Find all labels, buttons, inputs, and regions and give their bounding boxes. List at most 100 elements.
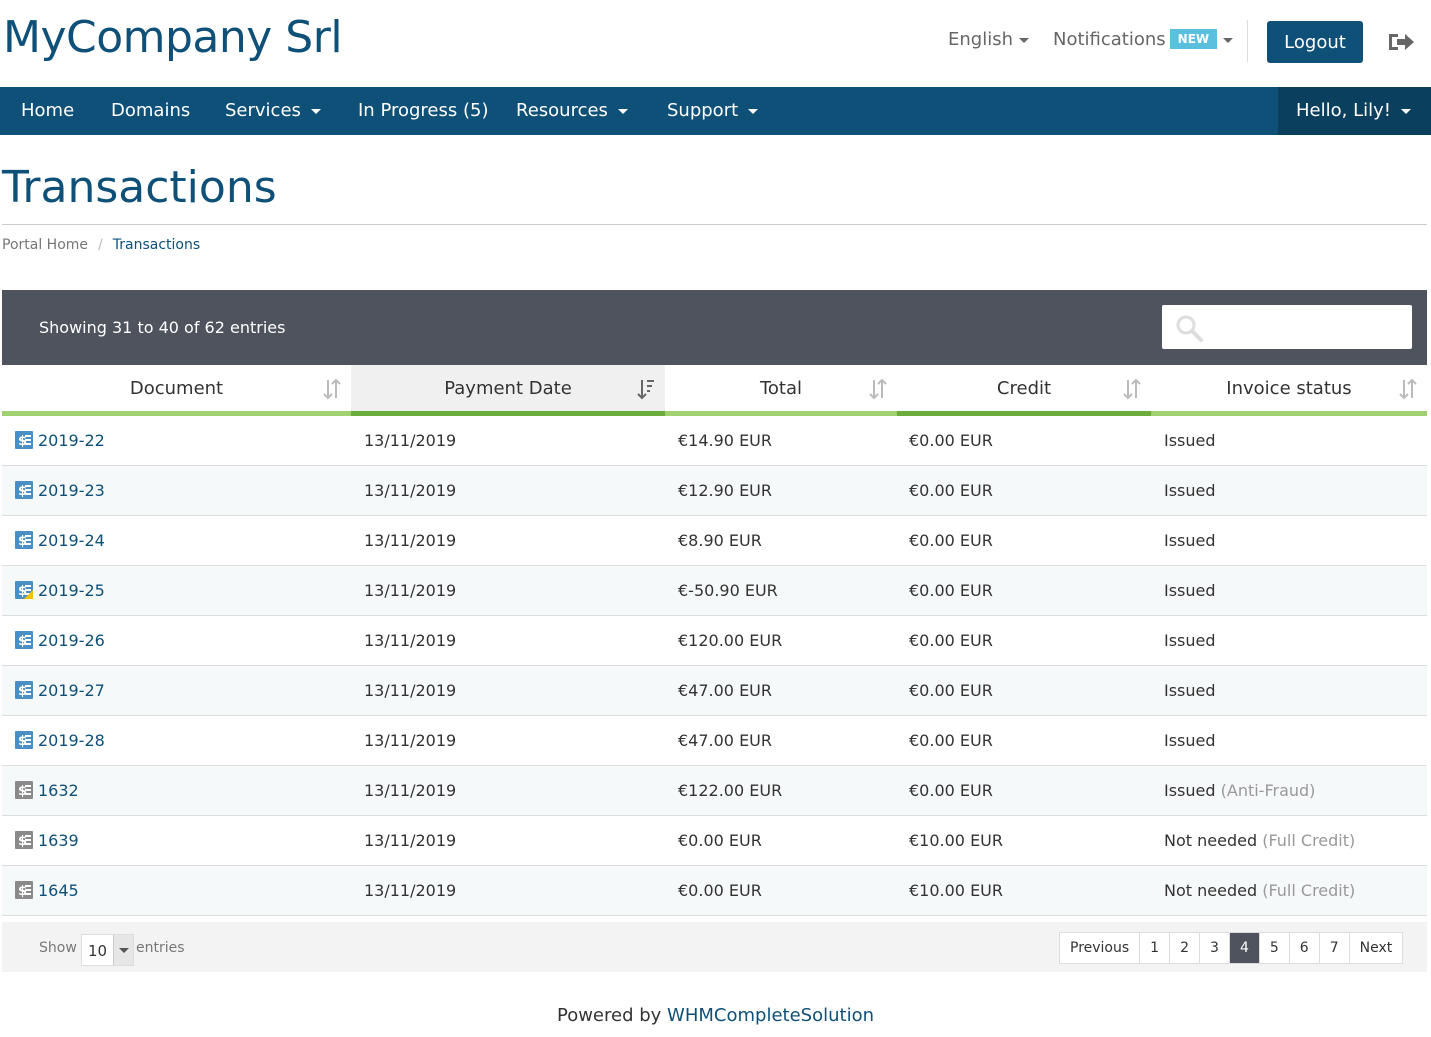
status-note: (Full Credit) (1262, 881, 1356, 900)
document-link[interactable]: 2019-27 (38, 681, 105, 700)
column-payment-date[interactable]: Payment Date (351, 365, 665, 416)
chevron-down-icon (617, 108, 628, 114)
status-text: Issued (1164, 531, 1216, 550)
nav-services[interactable]: Services (225, 87, 321, 135)
nav-domains[interactable]: Domains (111, 87, 190, 135)
table-row[interactable]: $1632 13/11/2019 €122.00 EUR €0.00 EUR Issue… (2, 766, 1427, 816)
document-link[interactable]: 2019-25 (38, 581, 105, 600)
document-link[interactable]: 2019-24 (38, 531, 105, 550)
document-link[interactable]: 1632 (38, 781, 79, 800)
page-button-6[interactable]: 6 (1290, 933, 1320, 963)
sort-icon (1123, 378, 1141, 400)
header-divider (1247, 20, 1248, 62)
page-length-select[interactable]: 10 (81, 934, 134, 966)
status-text: Issued (1164, 481, 1216, 500)
cell-invoice-status: Issued (1164, 666, 1216, 716)
invoice-grey-icon: $ (15, 881, 33, 899)
table-header: Document Payment Date Total Credit Invoi… (2, 365, 1427, 416)
powered-by-label: Powered by (556, 1005, 662, 1026)
column-document[interactable]: Document (2, 365, 351, 416)
document-link[interactable]: 1639 (38, 831, 79, 850)
status-text: Issued (1164, 681, 1216, 700)
table-row[interactable]: $2019-28 13/11/2019 €47.00 EUR €0.00 EUR Iss… (2, 716, 1427, 766)
cell-total: €47.00 EUR (678, 681, 773, 700)
cell-credit: €0.00 EUR (909, 681, 993, 700)
nav-support[interactable]: Support (667, 87, 759, 135)
page-button-1[interactable]: 1 (1140, 933, 1171, 963)
page-button-7[interactable]: 7 (1320, 933, 1350, 963)
nav-home[interactable]: Home (21, 87, 74, 135)
invoice-blue-icon: $ (15, 431, 33, 449)
table-row[interactable]: $2019-23 13/11/2019 €12.90 EUR €0.00 EUR Iss… (2, 466, 1427, 516)
user-menu[interactable]: Hello, Lily! (1278, 87, 1431, 135)
table-row[interactable]: $1639 13/11/2019 €0.00 EUR €10.00 EUR Not ne… (2, 816, 1427, 866)
table-row[interactable]: $2019-24 13/11/2019 €8.90 EUR €0.00 EUR Issu… (2, 516, 1427, 566)
cell-credit: €0.00 EUR (909, 781, 993, 800)
cell-total: €122.00 EUR (678, 781, 783, 800)
sort-icon (869, 378, 887, 400)
invoice-grey-icon: $ (15, 781, 33, 799)
chevron-down-icon (1400, 108, 1411, 114)
breadcrumb-home[interactable]: Portal Home (2, 237, 88, 253)
breadcrumb: Portal Home / Transactions (2, 237, 200, 253)
table-row[interactable]: $2019-26 13/11/2019 €120.00 EUR €0.00 EUR Is… (2, 616, 1427, 666)
page-button-5[interactable]: 5 (1260, 933, 1290, 963)
nav-in-progress[interactable]: In Progress (5) (358, 87, 488, 135)
cell-date: 13/11/2019 (364, 581, 457, 600)
sign-out-icon[interactable] (1387, 30, 1415, 54)
breadcrumb-current: Transactions (112, 237, 201, 253)
cell-date: 13/11/2019 (364, 631, 457, 650)
cell-credit: €0.00 EUR (909, 731, 993, 750)
page-button-4[interactable]: 4 (1229, 933, 1260, 963)
cell-credit: €0.00 EUR (909, 431, 993, 450)
column-document-label: Document (129, 378, 224, 399)
table-row[interactable]: $2019-22 13/11/2019 €14.90 EUR €0.00 EUR Iss… (2, 416, 1427, 466)
whmcs-link[interactable]: WHMCompleteSolution (667, 1005, 874, 1026)
cell-document: $2019-25 (15, 566, 105, 616)
nav-resources-label: Resources (516, 100, 608, 121)
new-badge: NEW (1169, 29, 1218, 49)
cell-invoice-status: Issued (Anti-Fraud) (1164, 766, 1315, 816)
cell-total: €14.90 EUR (678, 431, 773, 450)
sort-icon (323, 378, 341, 400)
notifications-dropdown[interactable]: Notifications NEW (1053, 29, 1234, 50)
document-link[interactable]: 2019-23 (38, 481, 105, 500)
logout-button[interactable]: Logout (1267, 21, 1363, 63)
status-text: Issued (1164, 431, 1216, 450)
page-length-value: 10 (88, 942, 108, 960)
table-row[interactable]: $1645 13/11/2019 €0.00 EUR €10.00 EUR Not ne… (2, 866, 1427, 916)
language-dropdown[interactable]: English (948, 29, 1029, 50)
cell-document: $2019-26 (15, 616, 105, 666)
nav-resources[interactable]: Resources (516, 87, 628, 135)
cell-invoice-status: Not needed (Full Credit) (1164, 816, 1355, 866)
cell-total: €12.90 EUR (678, 481, 773, 500)
table-toolbar: Showing 31 to 40 of 62 entries (2, 290, 1427, 365)
column-credit[interactable]: Credit (897, 365, 1151, 416)
cell-credit: €0.00 EUR (909, 581, 993, 600)
cell-date: 13/11/2019 (364, 831, 457, 850)
cell-invoice-status: Issued (1164, 716, 1216, 766)
next-page-button[interactable]: Next (1350, 933, 1403, 963)
document-link[interactable]: 2019-22 (38, 431, 105, 450)
table-row[interactable]: $2019-25 13/11/2019 €-50.90 EUR €0.00 EUR Is… (2, 566, 1427, 616)
site-header: MyCompany Srl English Notifications NEW L… (0, 0, 1431, 87)
column-invoice-status-label: Invoice status (1226, 378, 1352, 399)
company-logo[interactable]: MyCompany Srl (3, 12, 343, 63)
table-footer: Show 10 entries Previous 1 2 3 4 5 6 7 Next (2, 922, 1427, 972)
cell-document: $1639 (15, 816, 79, 866)
cell-credit: €10.00 EUR (909, 881, 1004, 900)
page-button-2[interactable]: 2 (1170, 933, 1201, 963)
column-total[interactable]: Total (665, 365, 897, 416)
document-link[interactable]: 2019-28 (38, 731, 105, 750)
column-invoice-status[interactable]: Invoice status (1151, 365, 1427, 416)
page-button-3[interactable]: 3 (1200, 933, 1230, 963)
document-link[interactable]: 1645 (38, 881, 79, 900)
table-row[interactable]: $2019-27 13/11/2019 €47.00 EUR €0.00 EUR Iss… (2, 666, 1427, 716)
cell-credit: €0.00 EUR (909, 631, 993, 650)
previous-page-button[interactable]: Previous (1060, 933, 1141, 963)
document-link[interactable]: 2019-26 (38, 631, 105, 650)
cell-invoice-status: Issued (1164, 416, 1216, 466)
search-input[interactable] (1162, 305, 1412, 349)
chevron-down-icon (113, 935, 133, 965)
cell-total: €-50.90 EUR (678, 581, 778, 600)
